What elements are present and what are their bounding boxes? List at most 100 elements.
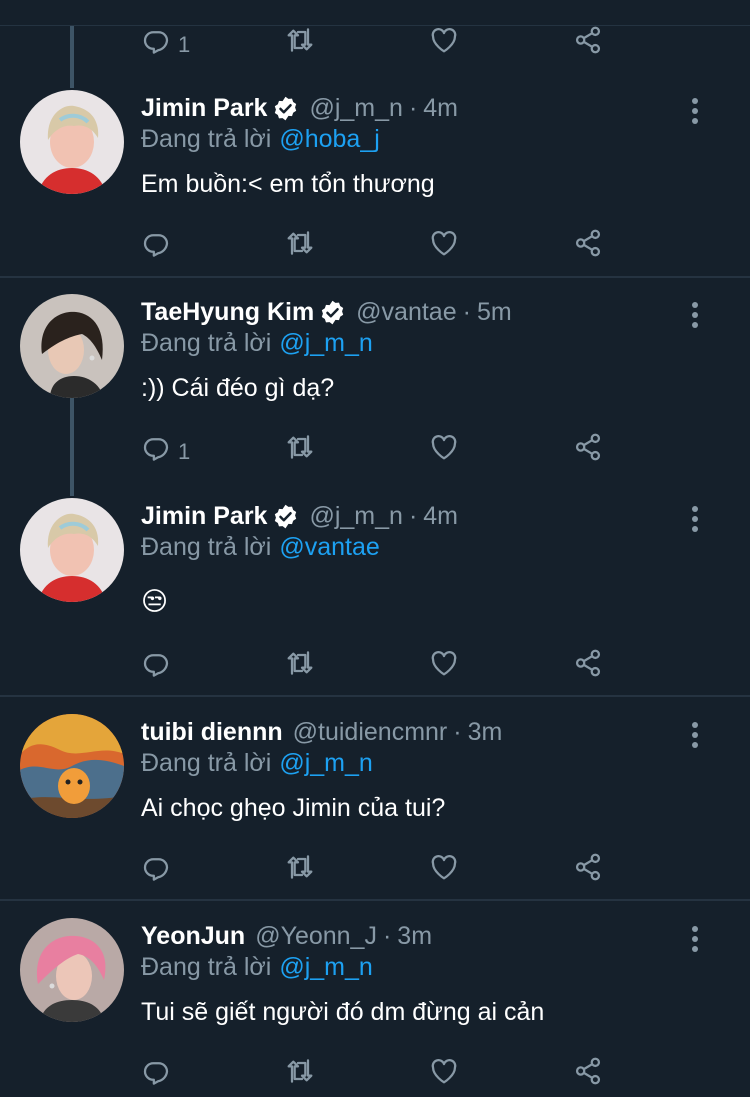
like-button[interactable] — [428, 20, 460, 60]
replying-label: Đang trả lời — [141, 533, 272, 561]
share-icon — [575, 229, 601, 257]
user-handle[interactable]: @tuidiencmnr — [293, 718, 448, 747]
retweet-icon — [287, 231, 313, 255]
replying-to: Đang trả lời @j_m_n — [141, 953, 373, 982]
tweet-header: tuibi diennn @tuidiencmnr · 3m — [141, 714, 502, 750]
more-options-button[interactable] — [680, 718, 710, 752]
heart-icon — [431, 1058, 457, 1084]
replying-label: Đang trả lời — [141, 329, 272, 357]
mention-link[interactable]: @hoba_j — [279, 125, 379, 153]
retweet-button[interactable] — [284, 643, 316, 683]
timestamp[interactable]: 3m — [397, 922, 432, 951]
mention-link[interactable]: @j_m_n — [279, 329, 372, 357]
tweet-header: YeonJun @Yeonn_J · 3m — [141, 918, 432, 954]
avatar[interactable] — [20, 714, 124, 818]
share-button[interactable] — [572, 427, 604, 467]
user-handle[interactable]: @Yeonn_J — [255, 922, 377, 951]
share-icon — [575, 649, 601, 677]
tweet-header: Jimin Park @j_m_n · 4m — [141, 90, 458, 126]
tweet-actions — [140, 1051, 610, 1091]
like-button[interactable] — [428, 1051, 460, 1091]
retweet-icon — [287, 651, 313, 675]
timestamp[interactable]: 4m — [423, 502, 458, 531]
display-name[interactable]: TaeHyung Kim — [141, 298, 314, 327]
tweet-divider — [0, 695, 750, 697]
timestamp[interactable]: 3m — [468, 718, 503, 747]
heart-icon — [431, 27, 457, 53]
user-handle[interactable]: @j_m_n — [309, 94, 402, 123]
share-button[interactable] — [572, 643, 604, 683]
share-button[interactable] — [572, 223, 604, 263]
more-options-button[interactable] — [680, 298, 710, 332]
avatar-photo — [20, 918, 124, 1022]
reply-button[interactable] — [140, 643, 178, 683]
tweet-text: 😒 — [141, 586, 169, 616]
like-button[interactable] — [428, 223, 460, 263]
replying-label: Đang trả lời — [141, 749, 272, 777]
share-icon — [575, 26, 601, 54]
display-name[interactable]: YeonJun — [141, 922, 245, 951]
more-options-button[interactable] — [680, 502, 710, 536]
retweet-button[interactable] — [284, 1051, 316, 1091]
more-options-button[interactable] — [680, 922, 710, 956]
reply-button[interactable]: 1 — [140, 427, 190, 467]
verified-badge-icon — [319, 299, 346, 326]
like-button[interactable] — [428, 643, 460, 683]
tweet-actions — [140, 847, 610, 887]
share-button[interactable] — [572, 20, 604, 60]
reply-icon — [143, 438, 169, 461]
timestamp[interactable]: 4m — [423, 94, 458, 123]
share-button[interactable] — [572, 847, 604, 887]
more-options-icon — [692, 722, 698, 748]
reply-button[interactable] — [140, 223, 178, 263]
tweet-actions: 1 — [140, 427, 610, 467]
reply-icon — [143, 654, 169, 677]
separator-dot: · — [408, 93, 418, 122]
user-handle[interactable]: @vantae — [356, 298, 456, 327]
replying-to: Đang trả lời @j_m_n — [141, 329, 373, 358]
separator-dot: · — [453, 717, 462, 746]
like-button[interactable] — [428, 847, 460, 887]
avatar[interactable] — [20, 90, 124, 194]
retweet-icon — [287, 1059, 313, 1083]
avatar[interactable] — [20, 498, 124, 602]
tweet-divider — [0, 899, 750, 901]
tweet-actions — [140, 643, 610, 683]
retweet-icon — [287, 28, 313, 52]
replying-label: Đang trả lời — [141, 953, 272, 981]
reply-button[interactable] — [140, 1051, 178, 1091]
reply-icon — [143, 31, 169, 54]
retweet-button[interactable] — [284, 427, 316, 467]
more-options-button[interactable] — [680, 94, 710, 128]
more-options-icon — [692, 506, 698, 532]
reply-button[interactable]: 1 — [140, 20, 190, 60]
tweet-header: TaeHyung Kim @vantae · 5m — [141, 294, 512, 330]
avatar[interactable] — [20, 918, 124, 1022]
retweet-button[interactable] — [284, 223, 316, 263]
mention-link[interactable]: @j_m_n — [279, 749, 372, 777]
user-handle[interactable]: @j_m_n — [309, 502, 402, 531]
retweet-button[interactable] — [284, 20, 316, 60]
tweet-text: Em buồn:< em tổn thương — [141, 170, 435, 198]
replying-label: Đang trả lời — [141, 125, 272, 153]
timestamp[interactable]: 5m — [477, 298, 512, 327]
verified-badge-icon — [272, 503, 299, 530]
tweet-actions — [140, 223, 610, 263]
avatar[interactable] — [20, 294, 124, 398]
mention-link[interactable]: @vantae — [279, 533, 379, 561]
retweet-button[interactable] — [284, 847, 316, 887]
tweet-divider — [0, 276, 750, 278]
like-button[interactable] — [428, 427, 460, 467]
avatar-photo — [20, 294, 124, 398]
heart-icon — [431, 230, 457, 256]
display-name[interactable]: Jimin Park — [141, 502, 267, 531]
share-button[interactable] — [572, 1051, 604, 1091]
display-name[interactable]: Jimin Park — [141, 94, 267, 123]
display-name[interactable]: tuibi diennn — [141, 718, 283, 747]
heart-icon — [431, 434, 457, 460]
replying-to: Đang trả lời @vantae — [141, 533, 380, 562]
avatar-photo — [20, 714, 124, 818]
reply-button[interactable] — [140, 847, 178, 887]
mention-link[interactable]: @j_m_n — [279, 953, 372, 981]
tweet-text: Tui sẽ giết người đó dm đừng ai cản — [141, 998, 545, 1026]
